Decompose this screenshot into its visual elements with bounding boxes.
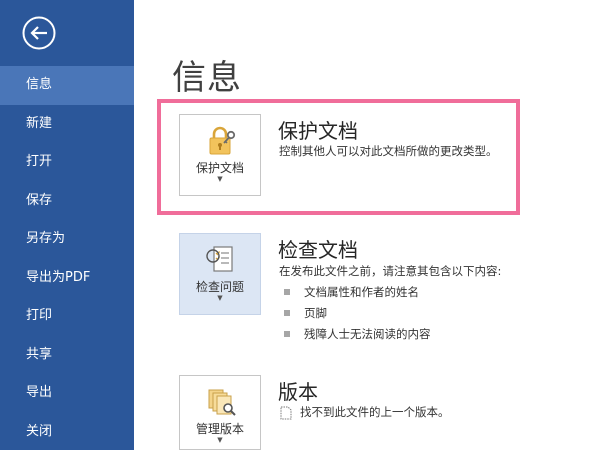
bullet-text: 页脚: [304, 306, 327, 320]
chevron-down-icon: ▼: [180, 436, 260, 444]
documents-magnifier-icon: [204, 386, 238, 418]
check-issues-label: 检查问题: [180, 278, 260, 295]
sidebar-item-save[interactable]: 保存: [0, 182, 134, 221]
manage-versions-button[interactable]: 管理版本 ▼: [179, 375, 261, 450]
list-item: 文档属性和作者的姓名: [284, 282, 431, 303]
sidebar-item-open[interactable]: 打开: [0, 143, 134, 182]
sidebar-item-export-pdf[interactable]: 导出为PDF: [0, 259, 134, 298]
versions-section-title: 版本: [278, 376, 318, 405]
checklist-icon: [204, 244, 238, 276]
versions-description: 找不到此文件的上一个版本。: [300, 405, 450, 419]
chevron-down-icon: ▼: [180, 294, 260, 302]
sidebar-item-share[interactable]: 共享: [0, 336, 134, 375]
chevron-down-icon: ▼: [180, 175, 260, 183]
inspect-bullet-list: 文档属性和作者的姓名 页脚 残障人士无法阅读的内容: [284, 282, 431, 345]
back-arrow-icon: [22, 16, 56, 50]
protect-section-description: 控制其他人可以对此文档所做的更改类型。: [279, 143, 498, 159]
bullet-icon: [284, 289, 290, 295]
list-item: 页脚: [284, 303, 431, 324]
bullet-text: 文档属性和作者的姓名: [304, 285, 419, 299]
back-button[interactable]: [22, 16, 56, 50]
document-icon: [280, 406, 292, 420]
page-title: 信息: [172, 50, 242, 99]
bullet-icon: [284, 310, 290, 316]
backstage-sidebar: 信息 新建 打开 保存 另存为 导出为PDF 打印 共享 导出 关闭: [0, 0, 134, 450]
inspect-section-title: 检查文档: [278, 234, 358, 263]
lock-key-icon: [204, 125, 238, 157]
sidebar-item-export[interactable]: 导出: [0, 374, 134, 413]
bullet-icon: [284, 331, 290, 337]
bullet-text: 残障人士无法阅读的内容: [304, 327, 431, 341]
versions-status: 找不到此文件的上一个版本。: [280, 404, 450, 420]
inspect-section-description: 在发布此文件之前，请注意其包含以下内容:: [279, 263, 501, 279]
sidebar-item-save-as[interactable]: 另存为: [0, 220, 134, 259]
check-issues-button[interactable]: 检查问题 ▼: [179, 233, 261, 315]
sidebar-item-info[interactable]: 信息: [0, 66, 134, 105]
sidebar-item-new[interactable]: 新建: [0, 105, 134, 144]
sidebar-item-close[interactable]: 关闭: [0, 413, 134, 451]
protect-section-title: 保护文档: [278, 115, 358, 144]
sidebar-nav: 信息 新建 打开 保存 另存为 导出为PDF 打印 共享 导出 关闭: [0, 66, 134, 451]
protect-document-button[interactable]: 保护文档 ▼: [179, 114, 261, 196]
manage-versions-label: 管理版本: [180, 420, 260, 437]
sidebar-item-print[interactable]: 打印: [0, 297, 134, 336]
list-item: 残障人士无法阅读的内容: [284, 324, 431, 345]
protect-document-label: 保护文档: [180, 159, 260, 176]
